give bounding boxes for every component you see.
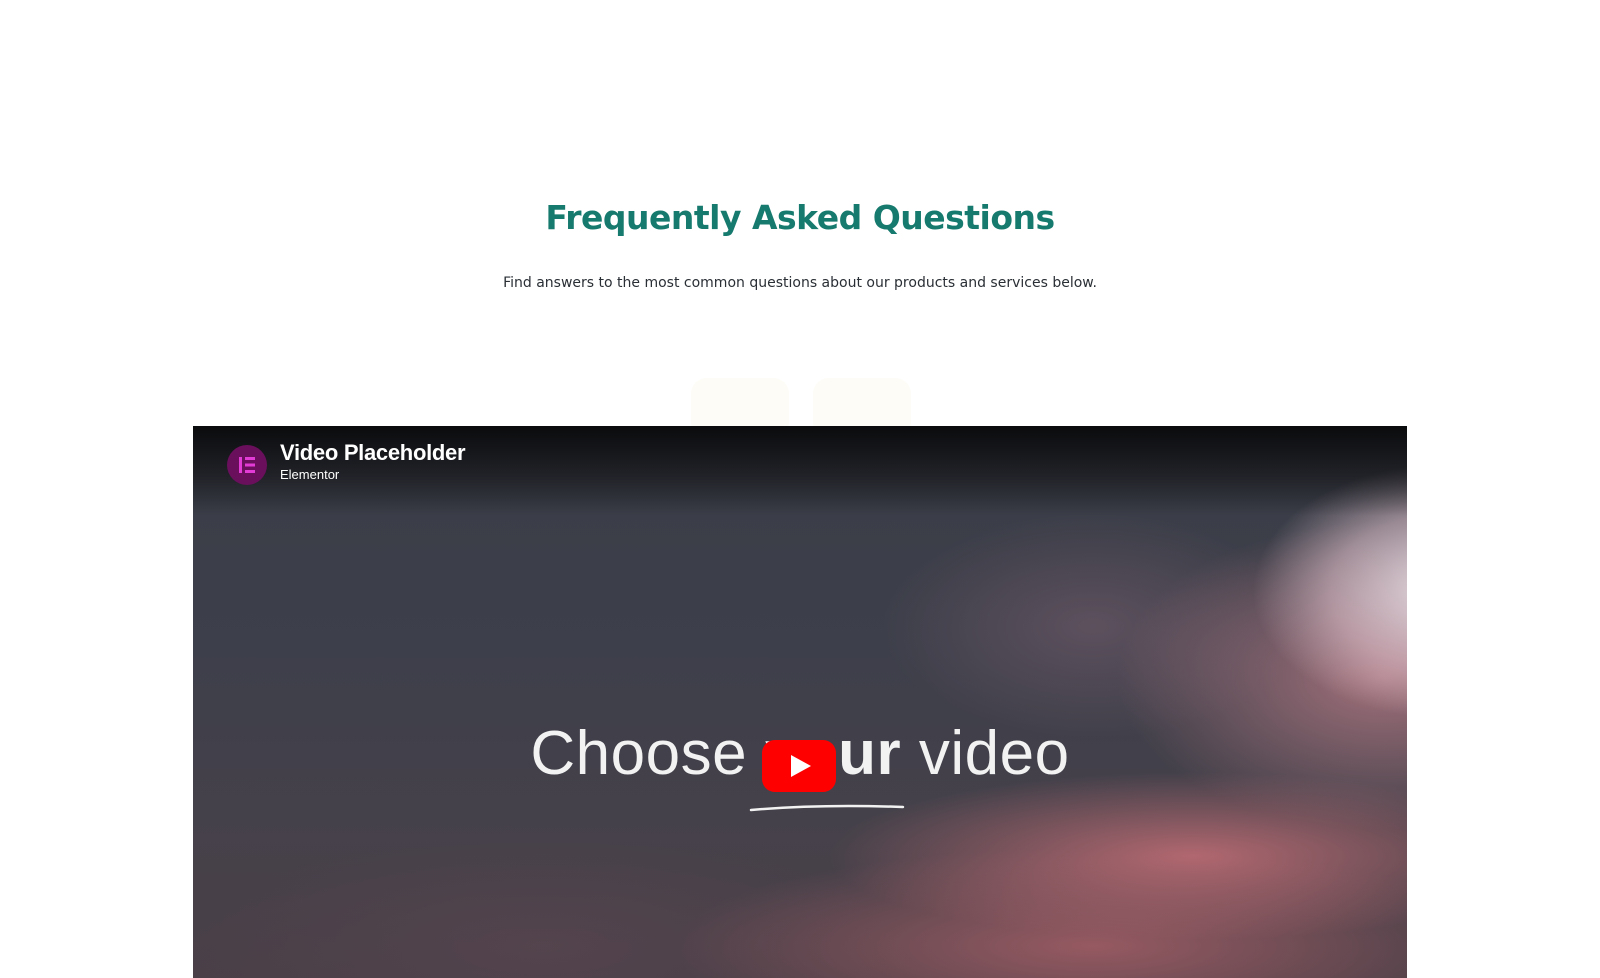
faq-subtitle: Find answers to the most common question… xyxy=(503,275,1097,291)
page: Frequently Asked Questions Find answers … xyxy=(0,0,1600,978)
video-player[interactable]: Video Placeholder Elementor Choose your … xyxy=(193,426,1407,978)
youtube-play-icon[interactable] xyxy=(762,740,836,792)
video-channel-name[interactable]: Elementor xyxy=(280,467,339,482)
overlay-text-left: Choose xyxy=(530,719,765,788)
underline-swoosh xyxy=(749,804,905,812)
video-title[interactable]: Video Placeholder xyxy=(280,440,466,466)
channel-avatar[interactable] xyxy=(227,445,267,485)
overlay-text-right: video xyxy=(901,719,1070,788)
faq-title: Frequently Asked Questions xyxy=(545,198,1055,237)
elementor-logo-icon xyxy=(239,457,255,473)
